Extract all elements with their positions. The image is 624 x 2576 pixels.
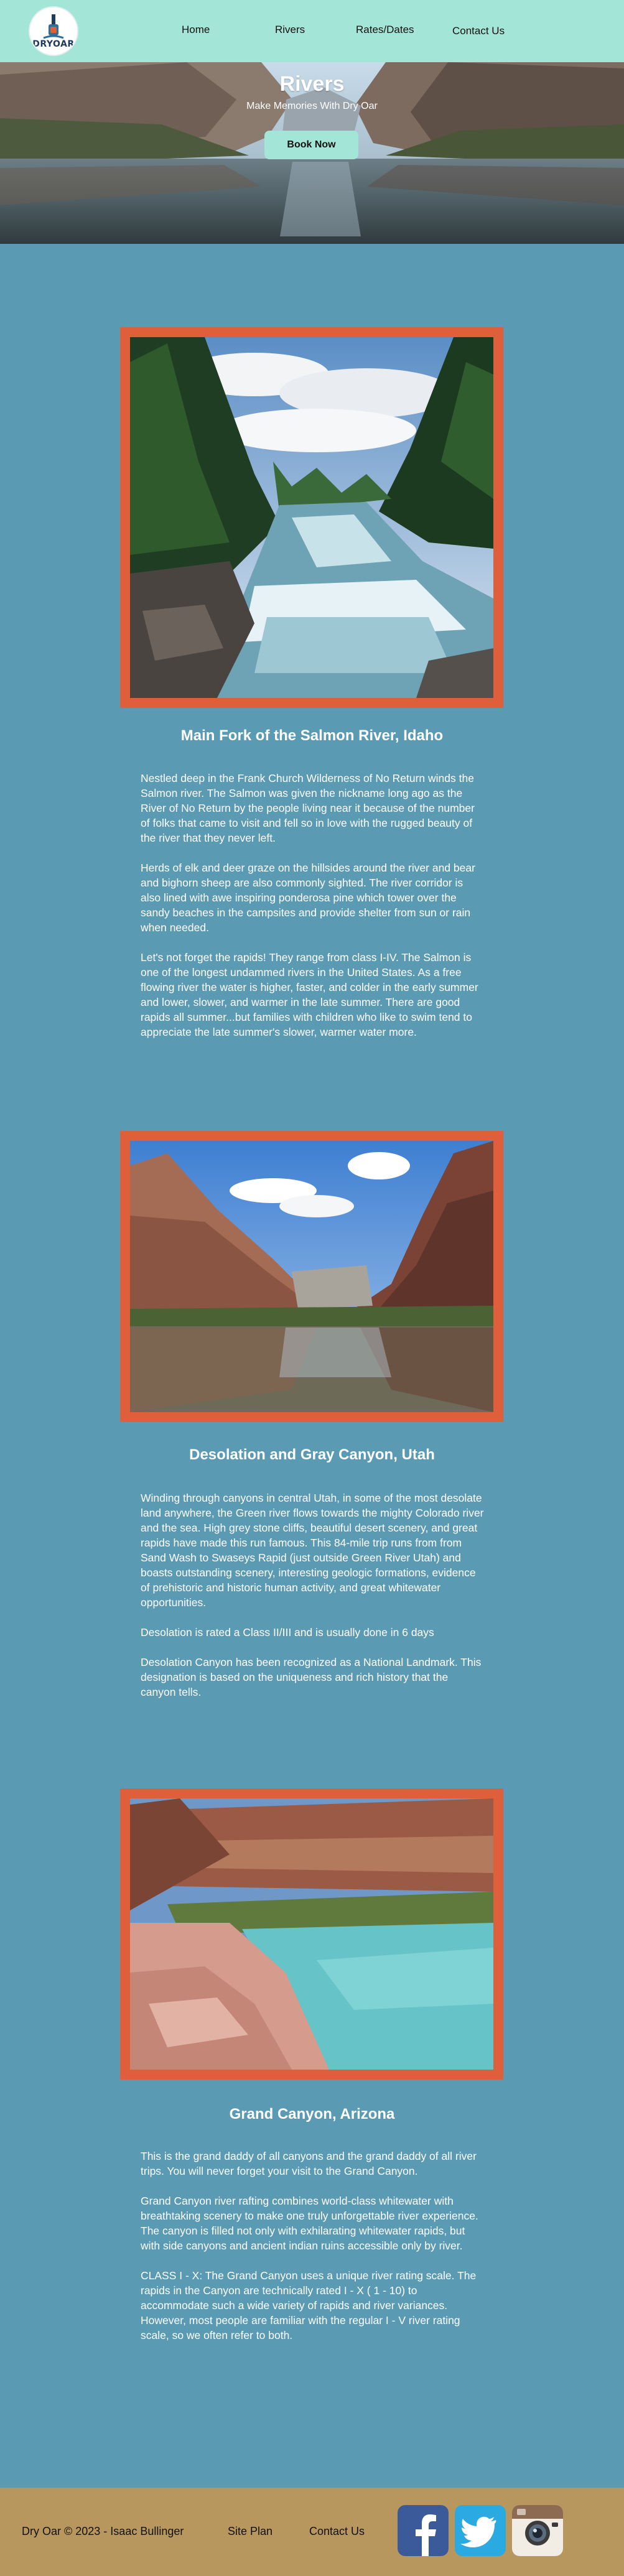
desolation-canyon-photo-frame bbox=[120, 1131, 503, 1422]
nav-home[interactable]: Home bbox=[182, 24, 210, 36]
river-paragraph: Let's not forget the rapids! They range … bbox=[141, 951, 478, 1038]
book-now-button[interactable]: Book Now bbox=[264, 131, 358, 159]
grand-canyon-photo-frame bbox=[120, 1788, 503, 2080]
river-description-grand-canyon: This is the grand daddy of all canyons a… bbox=[141, 2149, 486, 2358]
desolation-canyon-photo bbox=[130, 1141, 493, 1412]
river-paragraph: Nestled deep in the Frank Church Wildern… bbox=[141, 772, 475, 844]
river-paragraph: This is the grand daddy of all canyons a… bbox=[141, 2150, 477, 2177]
river-title-salmon: Main Fork of the Salmon River, Idaho bbox=[180, 727, 444, 744]
facebook-icon[interactable] bbox=[398, 2505, 449, 2556]
twitter-icon[interactable] bbox=[455, 2505, 506, 2556]
river-paragraph: Desolation is rated a Class II/III and i… bbox=[141, 1626, 434, 1639]
salmon-river-photo-frame bbox=[120, 327, 503, 708]
copyright-text: Dry Oar © 2023 - Isaac Bullinger bbox=[22, 2525, 184, 2537]
site-header: DRYOAR Home Rivers Rates/Dates Contact U… bbox=[0, 0, 624, 62]
rivers-content: Main Fork of the Salmon River, Idaho Nes… bbox=[0, 244, 624, 2488]
salmon-river-photo bbox=[130, 337, 493, 698]
footer-site-plan-link[interactable]: Site Plan bbox=[228, 2525, 272, 2538]
nav-rates-dates[interactable]: Rates/Dates bbox=[356, 24, 414, 36]
hero-subtitle: Make Memories With Dry Oar bbox=[246, 101, 378, 111]
river-paragraph: Winding through canyons in central Utah,… bbox=[141, 1492, 484, 1609]
river-paragraph: CLASS I - X: The Grand Canyon uses a uni… bbox=[141, 2269, 477, 2341]
main-nav: Home Rivers Rates/Dates Contact Us bbox=[0, 0, 624, 62]
page-title: Rivers bbox=[279, 72, 345, 96]
river-paragraph: Desolation Canyon has been recognized as… bbox=[141, 1656, 482, 1698]
river-title-desolation: Desolation and Gray Canyon, Utah bbox=[189, 1446, 435, 1463]
hero-banner: Rivers Make Memories With Dry Oar Book N… bbox=[0, 62, 624, 244]
river-description-desolation: Winding through canyons in central Utah,… bbox=[141, 1490, 486, 1714]
grand-canyon-photo bbox=[130, 1798, 493, 2070]
instagram-icon[interactable] bbox=[512, 2505, 563, 2556]
nav-contact-us[interactable]: Contact Us bbox=[452, 25, 505, 37]
footer-contact-us-link[interactable]: Contact Us bbox=[309, 2525, 365, 2538]
river-title-grand-canyon: Grand Canyon, Arizona bbox=[229, 2106, 395, 2123]
nav-rivers[interactable]: Rivers bbox=[275, 24, 305, 36]
river-paragraph: Grand Canyon river rafting combines worl… bbox=[141, 2195, 478, 2252]
river-paragraph: Herds of elk and deer graze on the hills… bbox=[141, 862, 475, 934]
river-description-salmon: Nestled deep in the Frank Church Wildern… bbox=[141, 771, 486, 1054]
site-footer: Dry Oar © 2023 - Isaac Bullinger Site Pl… bbox=[0, 2488, 624, 2576]
